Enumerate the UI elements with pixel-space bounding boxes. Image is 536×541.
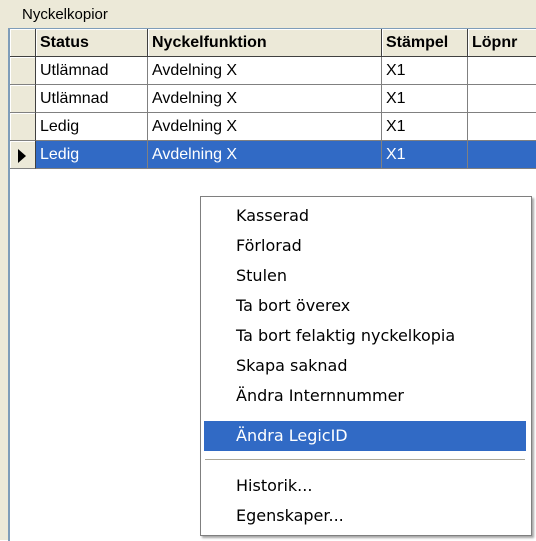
row-selector[interactable] xyxy=(10,57,36,85)
column-header-lopnr[interactable]: Löpnr xyxy=(468,29,536,57)
column-header-stampel[interactable]: Stämpel xyxy=(382,29,468,57)
menu-item-forlorad[interactable]: Förlorad xyxy=(204,231,526,261)
menu-item-kasserad[interactable]: Kasserad xyxy=(204,201,526,231)
cell-stamp[interactable]: X1 xyxy=(382,141,468,169)
table-row[interactable]: Utlämnad Avdelning X X1 2 xyxy=(10,85,536,114)
cell-status[interactable]: Utlämnad xyxy=(36,57,148,85)
menu-item-andra-internnummer[interactable]: Ändra Internnummer xyxy=(204,381,526,411)
cell-function[interactable]: Avdelning X xyxy=(148,57,382,85)
panel-title: Nyckelkopior xyxy=(22,6,108,23)
menu-separator xyxy=(205,459,525,460)
cell-function[interactable]: Avdelning X xyxy=(148,141,382,169)
cell-number[interactable]: 1 xyxy=(468,57,536,85)
cell-stamp[interactable]: X1 xyxy=(382,57,468,85)
panel-caption: Nyckelkopior xyxy=(0,0,536,28)
cell-status[interactable]: Utlämnad xyxy=(36,85,148,113)
key-copies-panel: Nyckelkopior Status Nyckelfunktion Stämp… xyxy=(0,0,536,541)
cell-number[interactable]: 5 xyxy=(468,141,536,169)
menu-item-ta-bort-overex[interactable]: Ta bort överex xyxy=(204,291,526,321)
context-menu: Kasserad Förlorad Stulen Ta bort överex … xyxy=(200,196,532,536)
column-header-status[interactable]: Status xyxy=(36,29,148,57)
row-selector[interactable] xyxy=(10,113,36,141)
menu-item-stulen[interactable]: Stulen xyxy=(204,261,526,291)
grid-header-row: Status Nyckelfunktion Stämpel Löpnr xyxy=(10,29,536,58)
table-row[interactable]: Utlämnad Avdelning X X1 1 xyxy=(10,57,536,86)
cell-status[interactable]: Ledig xyxy=(36,141,148,169)
cell-function[interactable]: Avdelning X xyxy=(148,113,382,141)
menu-item-historik[interactable]: Historik... xyxy=(204,471,526,501)
cell-number[interactable]: 3 xyxy=(468,113,536,141)
cell-function[interactable]: Avdelning X xyxy=(148,85,382,113)
menu-item-andra-legicid[interactable]: Ändra LegicID xyxy=(204,421,526,451)
table-row-selected[interactable]: Ledig Avdelning X X1 5 xyxy=(10,141,536,170)
row-selector[interactable] xyxy=(10,85,36,113)
column-header-nyckelfunktion[interactable]: Nyckelfunktion xyxy=(148,29,382,57)
cell-stamp[interactable]: X1 xyxy=(382,85,468,113)
menu-item-ta-bort-felaktig-nyckelkopia[interactable]: Ta bort felaktig nyckelkopia xyxy=(204,321,526,351)
cell-stamp[interactable]: X1 xyxy=(382,113,468,141)
menu-item-skapa-saknad[interactable]: Skapa saknad xyxy=(204,351,526,381)
row-selector-current[interactable] xyxy=(10,141,36,169)
row-selector-header[interactable] xyxy=(10,29,36,57)
cell-number[interactable]: 2 xyxy=(468,85,536,113)
current-row-arrow-icon xyxy=(18,149,26,163)
menu-item-egenskaper[interactable]: Egenskaper... xyxy=(204,501,526,531)
cell-status[interactable]: Ledig xyxy=(36,113,148,141)
table-row[interactable]: Ledig Avdelning X X1 3 xyxy=(10,113,536,142)
